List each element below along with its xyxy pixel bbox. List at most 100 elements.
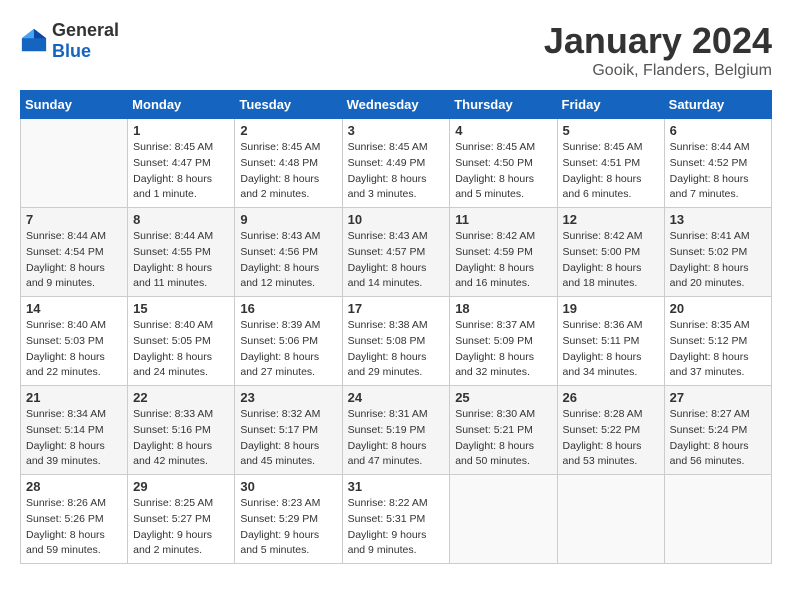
day-of-week-header: Wednesday bbox=[342, 91, 450, 119]
calendar-cell: 24Sunrise: 8:31 AM Sunset: 5:19 PM Dayli… bbox=[342, 386, 450, 475]
day-number: 7 bbox=[26, 212, 122, 227]
day-info: Sunrise: 8:22 AM Sunset: 5:31 PM Dayligh… bbox=[348, 496, 445, 559]
day-info: Sunrise: 8:45 AM Sunset: 4:47 PM Dayligh… bbox=[133, 140, 229, 203]
day-info: Sunrise: 8:37 AM Sunset: 5:09 PM Dayligh… bbox=[455, 318, 551, 381]
calendar-cell: 9Sunrise: 8:43 AM Sunset: 4:56 PM Daylig… bbox=[235, 208, 342, 297]
day-number: 15 bbox=[133, 301, 229, 316]
calendar-cell: 29 Sunrise: 8:25 AM Sunset: 5:27 PM Dayli… bbox=[128, 475, 235, 564]
day-info: Sunrise: 8:43 AM Sunset: 4:56 PM Dayligh… bbox=[240, 229, 336, 292]
day-info: Sunrise: 8:42 AM Sunset: 5:00 PM Dayligh… bbox=[563, 229, 659, 292]
day-info: Sunrise: 8:31 AM Sunset: 5:19 PM Dayligh… bbox=[348, 407, 445, 470]
calendar-cell: 5Sunrise: 8:45 AM Sunset: 4:51 PM Daylig… bbox=[557, 119, 664, 208]
day-info: Sunrise: 8:36 AM Sunset: 5:11 PM Dayligh… bbox=[563, 318, 659, 381]
calendar-week-row: 7 Sunrise: 8:44 AM Sunset: 4:54 PM Daylig… bbox=[21, 208, 772, 297]
calendar-cell: 16Sunrise: 8:39 AM Sunset: 5:06 PM Dayli… bbox=[235, 297, 342, 386]
day-number: 20 bbox=[670, 301, 766, 316]
day-number: 27 bbox=[670, 390, 766, 405]
day-number: 28 bbox=[26, 479, 122, 494]
day-number: 8 bbox=[133, 212, 229, 227]
calendar-cell: 30 Sunrise: 8:23 AM Sunset: 5:29 PM Dayli… bbox=[235, 475, 342, 564]
calendar-cell: 3 Sunrise: 8:45 AM Sunset: 4:49 PM Daylig… bbox=[342, 119, 450, 208]
day-number: 26 bbox=[563, 390, 659, 405]
calendar-cell: 14 Sunrise: 8:40 AM Sunset: 5:03 PM Dayli… bbox=[21, 297, 128, 386]
calendar-week-row: 14 Sunrise: 8:40 AM Sunset: 5:03 PM Dayli… bbox=[21, 297, 772, 386]
day-number: 18 bbox=[455, 301, 551, 316]
day-number: 22 bbox=[133, 390, 229, 405]
calendar-cell: 28 Sunrise: 8:26 AM Sunset: 5:26 PM Dayli… bbox=[21, 475, 128, 564]
calendar-cell: 18 Sunrise: 8:37 AM Sunset: 5:09 PM Dayli… bbox=[450, 297, 557, 386]
day-number: 3 bbox=[348, 123, 445, 138]
day-number: 19 bbox=[563, 301, 659, 316]
day-info: Sunrise: 8:34 AM Sunset: 5:14 PM Dayligh… bbox=[26, 407, 122, 470]
day-info: Sunrise: 8:44 AM Sunset: 4:54 PM Dayligh… bbox=[26, 229, 122, 292]
calendar-cell: 12 Sunrise: 8:42 AM Sunset: 5:00 PM Dayli… bbox=[557, 208, 664, 297]
day-number: 14 bbox=[26, 301, 122, 316]
day-info: Sunrise: 8:45 AM Sunset: 4:50 PM Dayligh… bbox=[455, 140, 551, 203]
day-number: 25 bbox=[455, 390, 551, 405]
day-of-week-header: Saturday bbox=[664, 91, 771, 119]
header-row: SundayMondayTuesdayWednesdayThursdayFrid… bbox=[21, 91, 772, 119]
title-area: January 2024 Gooik, Flanders, Belgium bbox=[544, 20, 772, 80]
calendar-cell: 7 Sunrise: 8:44 AM Sunset: 4:54 PM Daylig… bbox=[21, 208, 128, 297]
day-number: 30 bbox=[240, 479, 336, 494]
logo-icon bbox=[20, 27, 48, 55]
day-info: Sunrise: 8:44 AM Sunset: 4:55 PM Dayligh… bbox=[133, 229, 229, 292]
day-number: 10 bbox=[348, 212, 445, 227]
day-info: Sunrise: 8:45 AM Sunset: 4:49 PM Dayligh… bbox=[348, 140, 445, 203]
day-info: Sunrise: 8:32 AM Sunset: 5:17 PM Dayligh… bbox=[240, 407, 336, 470]
day-info: Sunrise: 8:40 AM Sunset: 5:03 PM Dayligh… bbox=[26, 318, 122, 381]
calendar-cell: 10Sunrise: 8:43 AM Sunset: 4:57 PM Dayli… bbox=[342, 208, 450, 297]
logo-blue: Blue bbox=[52, 41, 91, 61]
day-number: 16 bbox=[240, 301, 336, 316]
day-info: Sunrise: 8:44 AM Sunset: 4:52 PM Dayligh… bbox=[670, 140, 766, 203]
calendar-header: SundayMondayTuesdayWednesdayThursdayFrid… bbox=[21, 91, 772, 119]
day-info: Sunrise: 8:26 AM Sunset: 5:26 PM Dayligh… bbox=[26, 496, 122, 559]
day-info: Sunrise: 8:41 AM Sunset: 5:02 PM Dayligh… bbox=[670, 229, 766, 292]
calendar-body: 1 Sunrise: 8:45 AM Sunset: 4:47 PM Daylig… bbox=[21, 119, 772, 564]
logo-general: General bbox=[52, 20, 119, 40]
day-info: Sunrise: 8:45 AM Sunset: 4:51 PM Dayligh… bbox=[563, 140, 659, 203]
calendar-cell: 22 Sunrise: 8:33 AM Sunset: 5:16 PM Dayli… bbox=[128, 386, 235, 475]
calendar-cell: 17 Sunrise: 8:38 AM Sunset: 5:08 PM Dayli… bbox=[342, 297, 450, 386]
calendar-cell: 4 Sunrise: 8:45 AM Sunset: 4:50 PM Daylig… bbox=[450, 119, 557, 208]
day-of-week-header: Thursday bbox=[450, 91, 557, 119]
day-info: Sunrise: 8:35 AM Sunset: 5:12 PM Dayligh… bbox=[670, 318, 766, 381]
calendar-cell: 13 Sunrise: 8:41 AM Sunset: 5:02 PM Dayli… bbox=[664, 208, 771, 297]
calendar-cell bbox=[450, 475, 557, 564]
day-of-week-header: Tuesday bbox=[235, 91, 342, 119]
calendar-cell bbox=[557, 475, 664, 564]
day-number: 31 bbox=[348, 479, 445, 494]
header: General Blue January 2024 Gooik, Flander… bbox=[20, 20, 772, 80]
day-number: 4 bbox=[455, 123, 551, 138]
day-info: Sunrise: 8:42 AM Sunset: 4:59 PM Dayligh… bbox=[455, 229, 551, 292]
logo: General Blue bbox=[20, 20, 119, 62]
calendar-cell: 2Sunrise: 8:45 AM Sunset: 4:48 PM Daylig… bbox=[235, 119, 342, 208]
calendar-cell: 8 Sunrise: 8:44 AM Sunset: 4:55 PM Daylig… bbox=[128, 208, 235, 297]
day-number: 1 bbox=[133, 123, 229, 138]
day-number: 23 bbox=[240, 390, 336, 405]
day-number: 11 bbox=[455, 212, 551, 227]
subtitle: Gooik, Flanders, Belgium bbox=[544, 62, 772, 80]
logo-text: General Blue bbox=[52, 20, 119, 62]
day-number: 21 bbox=[26, 390, 122, 405]
calendar-cell bbox=[21, 119, 128, 208]
day-info: Sunrise: 8:25 AM Sunset: 5:27 PM Dayligh… bbox=[133, 496, 229, 559]
calendar-cell: 6Sunrise: 8:44 AM Sunset: 4:52 PM Daylig… bbox=[664, 119, 771, 208]
day-info: Sunrise: 8:23 AM Sunset: 5:29 PM Dayligh… bbox=[240, 496, 336, 559]
day-number: 17 bbox=[348, 301, 445, 316]
day-info: Sunrise: 8:28 AM Sunset: 5:22 PM Dayligh… bbox=[563, 407, 659, 470]
day-info: Sunrise: 8:33 AM Sunset: 5:16 PM Dayligh… bbox=[133, 407, 229, 470]
day-info: Sunrise: 8:38 AM Sunset: 5:08 PM Dayligh… bbox=[348, 318, 445, 381]
calendar-cell: 11 Sunrise: 8:42 AM Sunset: 4:59 PM Dayli… bbox=[450, 208, 557, 297]
calendar-cell: 21 Sunrise: 8:34 AM Sunset: 5:14 PM Dayli… bbox=[21, 386, 128, 475]
day-info: Sunrise: 8:45 AM Sunset: 4:48 PM Dayligh… bbox=[240, 140, 336, 203]
calendar-week-row: 1 Sunrise: 8:45 AM Sunset: 4:47 PM Daylig… bbox=[21, 119, 772, 208]
calendar: SundayMondayTuesdayWednesdayThursdayFrid… bbox=[20, 90, 772, 564]
calendar-cell: 26 Sunrise: 8:28 AM Sunset: 5:22 PM Dayli… bbox=[557, 386, 664, 475]
calendar-cell: 23 Sunrise: 8:32 AM Sunset: 5:17 PM Dayli… bbox=[235, 386, 342, 475]
day-number: 13 bbox=[670, 212, 766, 227]
day-number: 12 bbox=[563, 212, 659, 227]
day-info: Sunrise: 8:30 AM Sunset: 5:21 PM Dayligh… bbox=[455, 407, 551, 470]
day-info: Sunrise: 8:40 AM Sunset: 5:05 PM Dayligh… bbox=[133, 318, 229, 381]
day-number: 29 bbox=[133, 479, 229, 494]
